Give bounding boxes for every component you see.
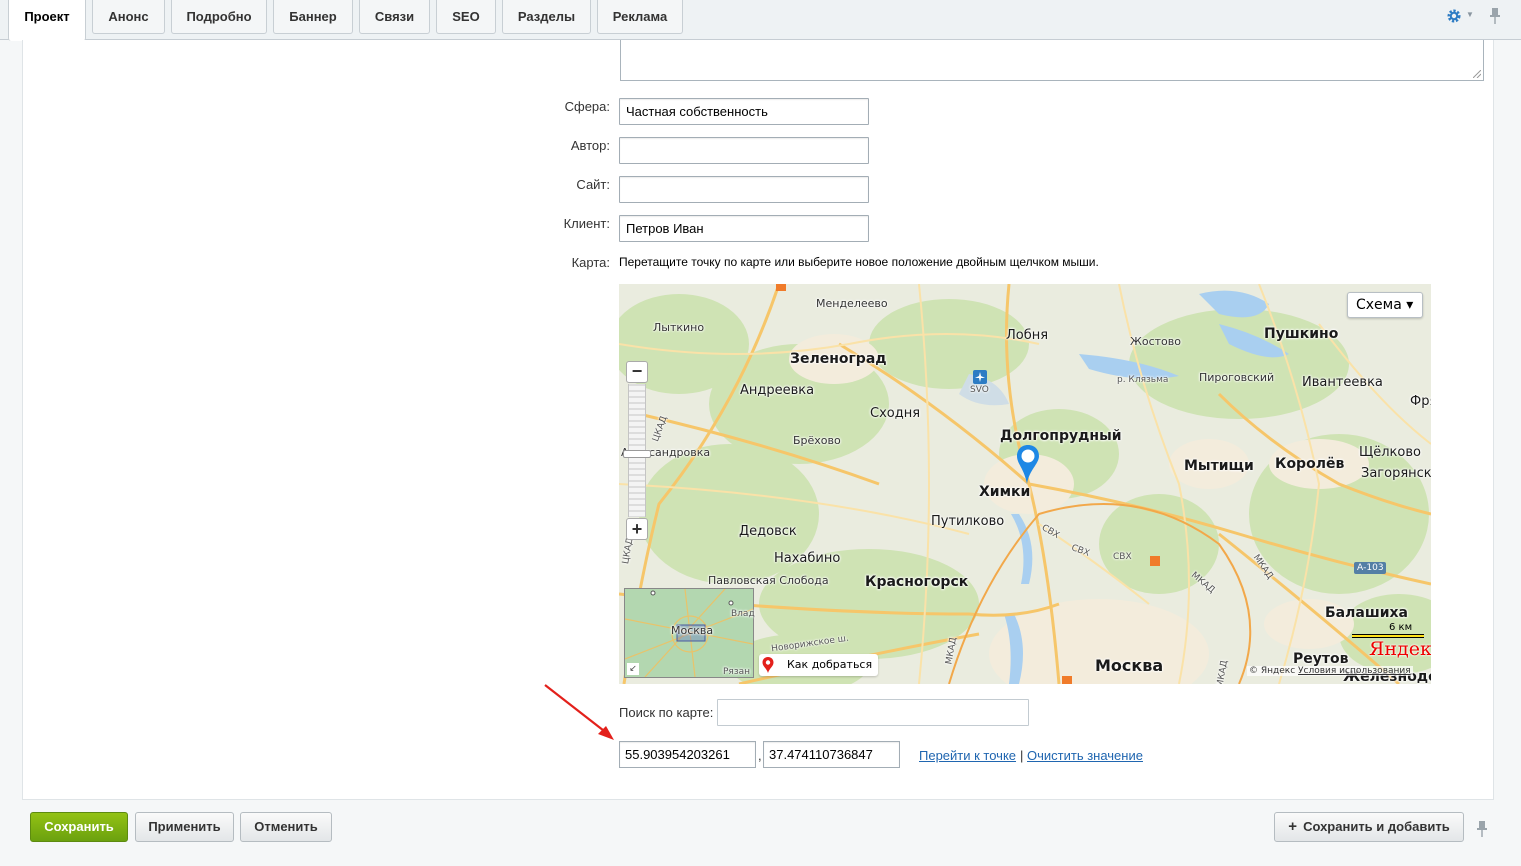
tab-banner[interactable]: Баннер [273, 0, 353, 34]
map-label-khimki: Химки [979, 484, 1031, 500]
sphere-label: Сфера: [564, 99, 610, 114]
longitude-input[interactable]: 37.474110736847 [763, 741, 900, 768]
site-input[interactable] [619, 176, 869, 203]
map-search-label: Поиск по карте: [619, 705, 714, 720]
resize-grip-icon[interactable] [1473, 70, 1481, 78]
coord-separator: , [758, 748, 762, 763]
save-and-add-button[interactable]: + Сохранить и добавить [1274, 812, 1464, 842]
goto-point-link[interactable]: Перейти к точке [919, 748, 1016, 763]
map-label-zagoryansky: Загорянский [1361, 466, 1431, 481]
map-label-dedovsk: Дедовск [739, 524, 797, 539]
tab-bar: Проект Анонс Подробно Баннер Связи SEO Р… [0, 0, 1521, 41]
gear-icon[interactable] [1446, 8, 1462, 24]
route-button[interactable]: Как добраться [759, 654, 879, 676]
links-separator: | [1020, 748, 1024, 763]
zoom-slider-thumb[interactable] [623, 450, 651, 458]
map-label-krasnogorsk: Красногорск [865, 574, 969, 590]
minimap[interactable]: Москва Влад Рязан ↙ [624, 588, 755, 678]
yandex-logo: Яндекс [1369, 638, 1431, 660]
tab-links[interactable]: Связи [359, 0, 430, 34]
sphere-input[interactable]: Частная собственность [619, 98, 869, 125]
map-label-putilkovo: Путилково [931, 514, 1005, 529]
author-label: Автор: [570, 138, 610, 153]
map-label-zhostovo: Жостово [1130, 335, 1181, 348]
client-label: Клиент: [563, 216, 610, 231]
map-label-lobnya: Лобня [1006, 328, 1049, 343]
zoom-in-button[interactable]: + [626, 518, 648, 540]
map-label-dolgoprudny: Долгопрудный [1000, 428, 1122, 444]
map-label-korolev: Королёв [1275, 456, 1345, 472]
site-label: Сайт: [576, 177, 610, 192]
airport-icon [973, 370, 987, 384]
map-label-fryazino: Фря [1410, 394, 1431, 409]
map-label-reutov: Реутов [1293, 651, 1349, 667]
tab-project[interactable]: Проект [8, 0, 86, 41]
map-label-ivanteevka: Ивантеевка [1302, 375, 1383, 390]
map-label-klyazma: р. Клязьма [1117, 375, 1169, 385]
clear-value-link[interactable]: Очистить значение [1027, 748, 1143, 763]
minimap-label-vlad: Влад [731, 609, 755, 619]
map-label-pavlovskaya: Павловская Слобода [708, 574, 829, 587]
map-label-svh-3: СВХ [1113, 552, 1132, 562]
map-label-andreevka: Андреевка [740, 383, 815, 398]
caret-down-icon[interactable]: ▼ [1466, 10, 1474, 19]
pin-icon[interactable] [1489, 7, 1501, 25]
map-label-shchelkovo: Щёлково [1359, 445, 1421, 460]
latitude-input[interactable]: 55.903954203261 [619, 741, 756, 768]
minimap-label-moskva: Москва [671, 624, 714, 637]
map-label-nakhabino: Нахабино [774, 551, 841, 566]
map-label-lytkino: Лыткино [653, 321, 705, 334]
route-pin-icon [762, 657, 774, 673]
zoom-out-button[interactable]: − [626, 361, 648, 383]
tab-seo[interactable]: SEO [436, 0, 496, 34]
tab-sections[interactable]: Разделы [502, 0, 591, 34]
map-label-mendeleevo: Менделеево [816, 297, 888, 310]
map-label-pushkino: Пушкино [1264, 326, 1339, 342]
save-and-add-label: Сохранить и добавить [1303, 819, 1450, 834]
tab-announce[interactable]: Анонс [92, 0, 165, 34]
map-label: Карта: [571, 255, 610, 270]
map-label-pirogovsky: Пироговский [1199, 371, 1275, 384]
terms-link[interactable]: Условия использования [1298, 666, 1411, 676]
apply-button[interactable]: Применить [135, 812, 234, 842]
map-label-a103: А-103 [1357, 563, 1384, 573]
minimap-collapse-icon[interactable]: ↙ [627, 663, 639, 675]
pin-icon[interactable] [1476, 820, 1488, 838]
client-input[interactable]: Петров Иван [619, 215, 869, 242]
map-scale-label: 6 км [1389, 622, 1413, 633]
map-search-input[interactable] [717, 699, 1029, 726]
cancel-button[interactable]: Отменить [240, 812, 332, 842]
map-type-button[interactable]: Схема ▾ [1347, 292, 1423, 318]
map-label-svo: SVO [970, 385, 989, 395]
map-copyright: © Яндекс Условия использования [1247, 666, 1413, 676]
map-hint: Перетащите точку по карте или выберите н… [619, 255, 1099, 269]
minimap-label-ryazan: Рязан [723, 667, 751, 677]
plus-icon: + [1288, 818, 1298, 835]
tab-advertising[interactable]: Реклама [597, 0, 683, 34]
map-label-skhodnya: Сходня [870, 406, 921, 421]
map-label-balashikha: Балашиха [1325, 605, 1408, 621]
map-label-moskva: Москва [1095, 656, 1164, 675]
annotation-arrow-icon [544, 684, 614, 740]
author-input[interactable] [619, 137, 869, 164]
map-label-brekhovo: Брёхово [793, 434, 841, 447]
map-label-mytishchi: Мытищи [1184, 458, 1254, 474]
copyright-text: © Яндекс [1249, 666, 1296, 676]
save-button[interactable]: Сохранить [30, 812, 128, 842]
yandex-map[interactable]: Менделеево Лыткино Лобня Пушкино Жостово… [619, 284, 1431, 684]
tab-details[interactable]: Подробно [171, 0, 267, 34]
map-marker-icon[interactable] [1015, 444, 1041, 486]
map-label-zelenograd: Зеленоград [790, 351, 887, 367]
description-textarea[interactable] [620, 40, 1484, 81]
